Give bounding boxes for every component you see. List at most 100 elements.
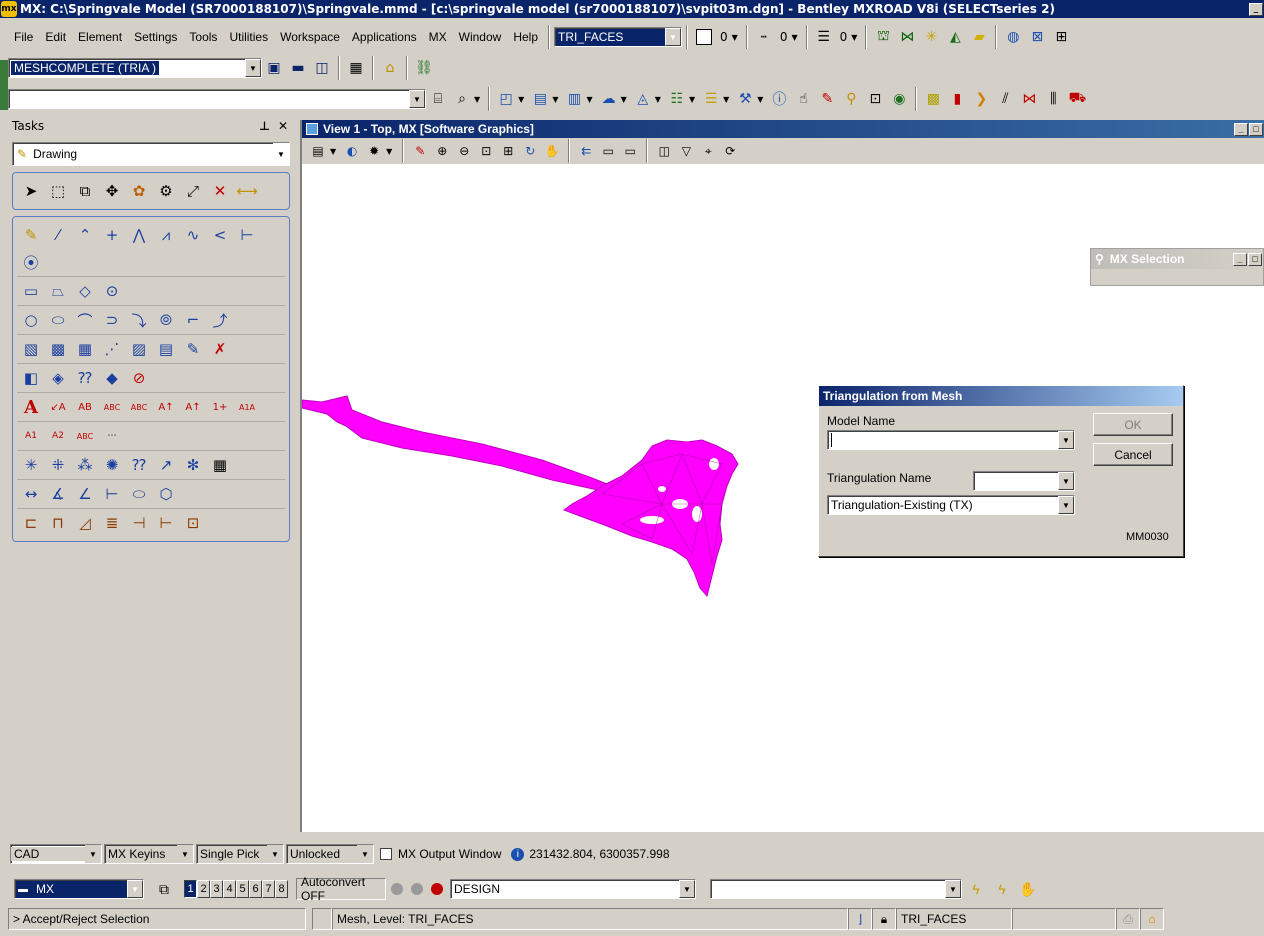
fit-view-icon[interactable]: ⊞ xyxy=(498,141,518,161)
workspace-combo[interactable]: ▬ MX ▼ xyxy=(14,879,144,899)
dimension-3d-icon[interactable]: ⬡ xyxy=(154,482,178,506)
measure-icon[interactable]: ⟷ xyxy=(235,179,259,203)
delete-tag-icon[interactable]: ⊘ xyxy=(127,366,151,390)
view-groups-icon[interactable]: ⧉ xyxy=(152,877,176,901)
minimize-button[interactable]: _ xyxy=(1234,122,1248,136)
grid-icon[interactable]: ⊠ xyxy=(1025,25,1049,49)
multiline-icon[interactable]: ⩘ xyxy=(154,223,178,247)
snap-icon[interactable]: ⌋ xyxy=(848,908,872,930)
menu-mx[interactable]: MX xyxy=(423,30,453,44)
level-combo[interactable]: TRI_FACES ▼ xyxy=(554,27,683,47)
crosshatch-icon[interactable]: ▩ xyxy=(46,337,70,361)
mx-tool-6-icon[interactable]: ⫼ xyxy=(1041,87,1065,111)
linear-pattern-icon[interactable]: ⋰ xyxy=(100,337,124,361)
arc-angle-icon[interactable]: ⤵ xyxy=(127,308,151,332)
border-icon[interactable]: ⊡ xyxy=(181,511,205,535)
cloud-icon[interactable]: ☁ xyxy=(597,87,621,111)
info-icon[interactable]: ⓘ xyxy=(767,87,791,111)
dimension-radial-icon[interactable]: ∠ xyxy=(73,482,97,506)
smartline-icon[interactable]: ⋀ xyxy=(127,223,151,247)
tag-edit-icon[interactable]: ◆ xyxy=(100,366,124,390)
calculator-icon[interactable]: ▦ xyxy=(344,56,368,80)
string-tool-icon[interactable]: ⛫ xyxy=(871,25,895,49)
chevron-down-icon[interactable]: ▼ xyxy=(1058,496,1074,514)
lighting-icon[interactable]: ✹ xyxy=(364,141,384,161)
chevron-down-icon[interactable]: ▼ xyxy=(245,59,261,77)
lock-icon[interactable]: 🔒︎ xyxy=(872,908,896,930)
arc-axis-icon[interactable]: ⌐ xyxy=(181,308,205,332)
line-weight-icon[interactable]: ☰ xyxy=(812,25,836,49)
dimension-ordinate-icon[interactable]: ⊢ xyxy=(100,482,124,506)
document-icon[interactable]: ▤ xyxy=(528,87,552,111)
update-view-icon[interactable]: ✎ xyxy=(410,141,430,161)
triangulation-name-combo[interactable]: ▼ xyxy=(973,471,1075,491)
dimension-linear-icon[interactable]: ↔ xyxy=(19,482,43,506)
model-name-combo[interactable]: ▼ xyxy=(827,430,1075,450)
manipulate-fence-icon[interactable]: ⁂ xyxy=(73,453,97,477)
copy-text-icon[interactable]: AB xyxy=(73,395,97,419)
cad-combo[interactable]: CAD ▼ xyxy=(10,844,102,864)
arc-radius-icon[interactable]: ⦾ xyxy=(154,308,178,332)
view-previous-icon[interactable]: ⇇ xyxy=(576,141,596,161)
keyin-browser-icon[interactable]: ⌸ xyxy=(426,87,450,111)
chevron-down-icon[interactable]: ▼ xyxy=(267,845,283,863)
view-toggle-1[interactable]: 1 xyxy=(184,880,197,898)
display-style-icon[interactable]: ◐ xyxy=(342,141,362,161)
menu-file[interactable]: File xyxy=(8,30,39,44)
mirror-tool-icon[interactable]: ⋈ xyxy=(895,25,919,49)
maximize-button[interactable]: □ xyxy=(1248,252,1262,266)
clip-volume-icon[interactable]: ◫ xyxy=(654,141,674,161)
chevron-down-icon[interactable]: ▼ xyxy=(552,95,558,104)
chevron-down-icon[interactable]: ▼ xyxy=(665,28,682,46)
mx-tool-3-icon[interactable]: ❯ xyxy=(969,87,993,111)
output-window-checkbox[interactable] xyxy=(380,848,392,860)
model-properties-icon[interactable]: ▣ xyxy=(262,56,286,80)
view-toggle-3[interactable]: 3 xyxy=(210,880,223,898)
lightning-double-icon[interactable]: ϟ xyxy=(990,877,1014,901)
place-fence-icon[interactable]: ✳ xyxy=(19,453,43,477)
keyin-combo[interactable]: ▼ xyxy=(8,89,426,109)
zoom-out-icon[interactable]: ⊖ xyxy=(454,141,474,161)
ellipse-icon[interactable]: ⬭ xyxy=(46,308,70,332)
menu-settings[interactable]: Settings xyxy=(128,30,183,44)
arc-icon[interactable]: ⌒ xyxy=(73,308,97,332)
modify-arc-icon[interactable]: ⊃ xyxy=(100,308,124,332)
view-toggle-8[interactable]: 8 xyxy=(275,880,288,898)
pan-view-icon[interactable]: ✋ xyxy=(542,141,562,161)
references-icon[interactable]: ▥ xyxy=(562,87,586,111)
hand-icon[interactable]: ✋ xyxy=(1016,877,1040,901)
keyins-combo[interactable]: MX Keyins ▼ xyxy=(104,844,194,864)
rotated-block-icon[interactable]: ◇ xyxy=(73,279,97,303)
view-toggle-2[interactable]: 2 xyxy=(197,880,210,898)
menu-workspace[interactable]: Workspace xyxy=(274,30,346,44)
text-attributes-icon[interactable]: ABC xyxy=(127,395,151,419)
menu-help[interactable]: Help xyxy=(507,30,544,44)
mx-app-icon[interactable]: mx xyxy=(1,1,17,17)
pin-icon[interactable]: ⊥ xyxy=(259,119,270,133)
pattern-icon[interactable]: ▦ xyxy=(73,337,97,361)
chevron-down-icon[interactable]: ▼ xyxy=(409,90,425,108)
stack-icon[interactable]: ☰ xyxy=(699,87,723,111)
chevron-down-icon[interactable]: ▼ xyxy=(127,880,143,898)
minimize-button[interactable]: _ xyxy=(1249,2,1263,16)
mx-tool-2-icon[interactable]: ▮ xyxy=(945,87,969,111)
raster-icon[interactable]: ◬ xyxy=(631,87,655,111)
triangulation-type-combo[interactable]: Triangulation-Existing (TX) ▼ xyxy=(827,495,1075,515)
color-swatch-icon[interactable] xyxy=(692,25,716,49)
modify-fence-icon[interactable]: ⁜ xyxy=(46,453,70,477)
chevron-down-icon[interactable]: ▼ xyxy=(518,95,524,104)
polygon-icon[interactable]: ⊙ xyxy=(100,279,124,303)
chevron-down-icon[interactable]: ▼ xyxy=(177,845,193,863)
close-icon[interactable]: ✕ xyxy=(278,119,288,133)
edit-text-icon[interactable]: ↙A xyxy=(46,395,70,419)
autoconvert-status[interactable]: Autoconvert OFF xyxy=(296,875,386,903)
pointer-icon[interactable]: ☝ xyxy=(791,87,815,111)
callout-icon[interactable]: ⊢ xyxy=(154,511,178,535)
detail-icon[interactable]: ⊣ xyxy=(127,511,151,535)
copy-field-icon[interactable]: A2 xyxy=(46,424,70,448)
road-tool-icon[interactable]: ▰ xyxy=(967,25,991,49)
dimension-icon[interactable]: ⊢ xyxy=(235,223,259,247)
trace-icon[interactable]: ⦿ xyxy=(19,250,43,274)
model-combo[interactable]: MESHCOMPLETE (TRIA ) ▼ xyxy=(8,58,262,78)
line-icon[interactable]: ⁄ xyxy=(46,223,70,247)
